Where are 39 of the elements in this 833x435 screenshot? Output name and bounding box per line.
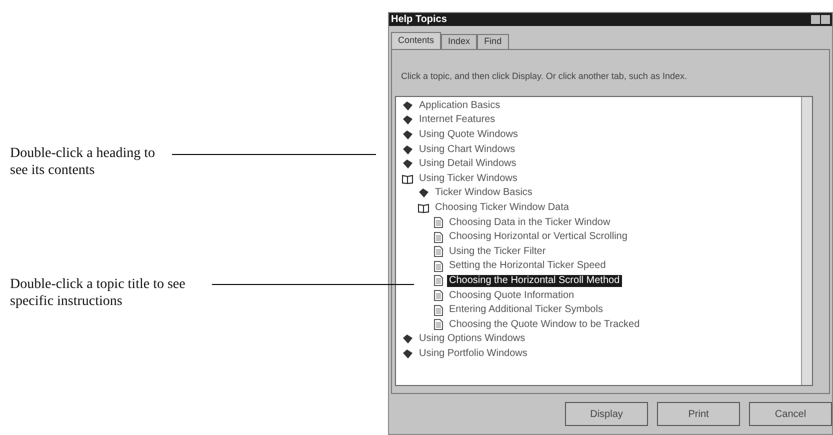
scrollbar[interactable] — [801, 96, 812, 384]
dialog-button[interactable]: Display — [565, 402, 648, 426]
page-icon — [434, 290, 443, 302]
instruction-text: Click a topic, and then click Display. Or click another tab, such as Index. — [401, 70, 688, 83]
tree-item[interactable]: Using Options Windows — [417, 333, 528, 346]
page-icon — [434, 304, 443, 316]
tree-item[interactable]: Choosing Quote Information — [447, 290, 576, 302]
page-icon — [434, 275, 443, 286]
tree-item[interactable]: Internet Features — [417, 114, 498, 126]
tree-item[interactable]: Using Portfolio Windows — [417, 348, 530, 360]
callout-text: Double-click a heading to see its contents — [10, 145, 156, 179]
tree-item[interactable]: Setting the Horizontal Ticker Speed — [447, 260, 608, 272]
page-icon — [434, 217, 443, 228]
tab[interactable]: Index — [441, 34, 478, 49]
dialog-button[interactable]: Print — [657, 402, 740, 426]
tab[interactable]: Find — [477, 34, 509, 49]
tree-item[interactable]: Entering Additional Ticker Symbols — [447, 304, 605, 316]
tab[interactable]: Contents — [391, 32, 442, 49]
page-icon — [434, 260, 443, 272]
tree-item[interactable]: Using Quote Windows — [417, 128, 520, 141]
tree-item[interactable]: Application Basics — [417, 100, 502, 112]
tree-item[interactable]: Choosing Horizontal or Vertical Scrolling — [447, 231, 630, 244]
page-icon — [434, 246, 443, 258]
callout-text: Double-click a topic title to see specific instructions — [10, 276, 186, 310]
open-book-icon — [418, 202, 429, 213]
window-title: Help Topics — [391, 14, 447, 26]
tree-item[interactable]: Choosing Data in the Ticker Window — [447, 216, 612, 229]
tree-item[interactable]: Using Ticker Windows — [417, 172, 520, 185]
tree-item[interactable]: Choosing the Quote Window to be Tracked — [447, 318, 642, 331]
tree-item[interactable]: Using Detail Windows — [417, 158, 518, 170]
page-icon — [434, 319, 443, 330]
tree-item[interactable]: Using Chart Windows — [417, 144, 518, 156]
tree-item[interactable]: Choosing Ticker Window Data — [433, 202, 571, 214]
tree-item[interactable]: Choosing the Horizontal Scroll Method — [447, 274, 622, 287]
tree-item[interactable]: Ticker Window Basics — [433, 187, 534, 200]
open-book-icon — [402, 174, 413, 184]
dialog-button[interactable]: Cancel — [749, 402, 832, 426]
tree-item[interactable]: Using the Ticker Filter — [447, 246, 548, 258]
page-icon — [434, 232, 443, 243]
